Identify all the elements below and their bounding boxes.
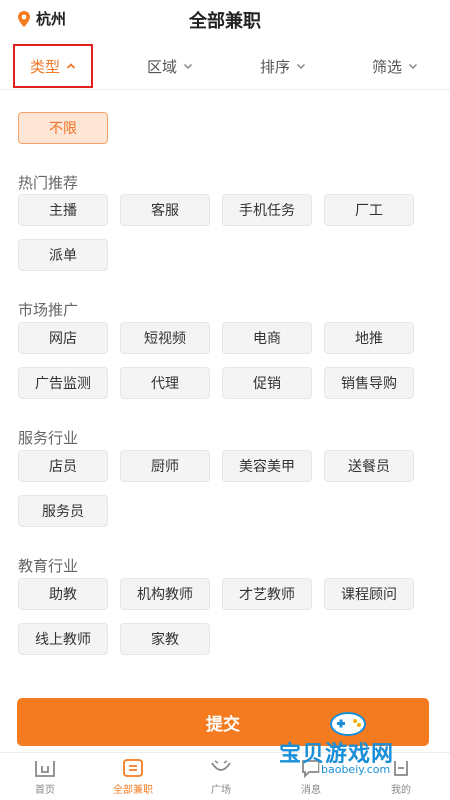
category-chip[interactable]: 客服 (120, 194, 210, 226)
category-chip[interactable]: 课程顾问 (324, 578, 414, 610)
category-chip[interactable]: 助教 (18, 578, 108, 610)
category-chip[interactable]: 电商 (222, 322, 312, 354)
category-chip[interactable]: 代理 (120, 367, 210, 399)
tab-label: 广场 (211, 785, 231, 796)
category-chip[interactable]: 线上教师 (18, 623, 108, 655)
filter-tab-type[interactable]: 类型 (13, 42, 93, 90)
chevron-down-icon (408, 63, 418, 70)
category-chip[interactable]: 短视频 (120, 322, 210, 354)
filter-tab-filter[interactable]: 筛选 (350, 42, 440, 90)
header: 杭州 全部兼职 (0, 0, 450, 40)
filter-bar: 类型 区域 排序 筛选 (0, 42, 450, 90)
category-chip[interactable]: 才艺教师 (222, 578, 312, 610)
category-chip[interactable]: 派单 (18, 239, 108, 271)
category-list: 不限 热门推荐 主播 客服 手机任务 厂工 派单 市场推广 网店 短视频 电商 … (0, 92, 450, 692)
tab-label: 消息 (301, 785, 321, 796)
category-chip[interactable]: 厨师 (120, 450, 210, 482)
page-title: 全部兼职 (189, 11, 261, 32)
category-chip[interactable]: 服务员 (18, 495, 108, 527)
tab-label: 全部兼职 (113, 785, 153, 796)
category-chip[interactable]: 销售导购 (324, 367, 414, 399)
chip-unlimited[interactable]: 不限 (18, 112, 108, 144)
category-chip[interactable]: 主播 (18, 194, 108, 226)
category-chip[interactable]: 手机任务 (222, 194, 312, 226)
section-title: 市场推广 (18, 301, 79, 319)
tab-plaza[interactable]: 广场 (176, 757, 266, 800)
category-chip[interactable]: 家教 (120, 623, 210, 655)
category-chip[interactable]: 广告监测 (18, 367, 108, 399)
category-chip[interactable]: 地推 (324, 322, 414, 354)
tab-label: 首页 (35, 785, 55, 796)
filter-tab-sort[interactable]: 排序 (238, 42, 328, 90)
gamepad-logo-icon (330, 712, 366, 736)
highlight-box (13, 44, 93, 88)
chevron-down-icon (183, 63, 193, 70)
category-chip[interactable]: 送餐员 (324, 450, 414, 482)
home-icon (35, 761, 55, 777)
section-title: 热门推荐 (18, 174, 79, 192)
tab-all-jobs[interactable]: 全部兼职 (88, 757, 178, 800)
filter-tab-label: 区域 (146, 57, 177, 76)
category-chip[interactable]: 机构教师 (120, 578, 210, 610)
filter-tab-area[interactable]: 区域 (125, 42, 215, 90)
section-title: 教育行业 (18, 557, 79, 575)
jobs-icon (123, 759, 143, 777)
category-chip[interactable]: 店员 (18, 450, 108, 482)
filter-tab-label: 筛选 (371, 57, 402, 76)
plaza-icon (211, 760, 231, 771)
section-title: 服务行业 (18, 429, 79, 447)
category-chip[interactable]: 网店 (18, 322, 108, 354)
watermark-url: baobeiy.com (319, 763, 393, 776)
watermark: 宝贝游戏网 baobeiy.com (275, 706, 445, 780)
chevron-down-icon (296, 63, 306, 70)
category-chip[interactable]: 促销 (222, 367, 312, 399)
tab-label: 我的 (391, 785, 411, 796)
tab-home[interactable]: 首页 (0, 757, 90, 800)
category-chip[interactable]: 厂工 (324, 194, 414, 226)
filter-tab-label: 排序 (259, 57, 290, 76)
category-chip[interactable]: 美容美甲 (222, 450, 312, 482)
